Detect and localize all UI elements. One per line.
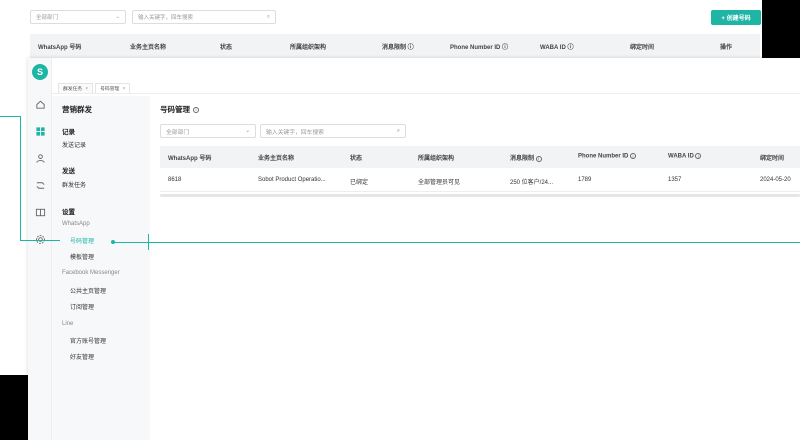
cell-org: 全部管理员可见 <box>418 180 461 186</box>
gear-icon[interactable] <box>34 233 46 245</box>
search-icon: ⌕ <box>266 13 270 20</box>
sidebar-item-template-management[interactable]: 模板管理 <box>70 252 94 261</box>
cell-status: 已绑定 <box>350 180 369 186</box>
background-table-header: WhatsApp 号码 业务主页名称 状态 所属组织架构 消息限制 ⓘ Phon… <box>30 34 760 58</box>
table-row[interactable]: 8618 Sobot Product Operatio... 已绑定 全部管理员… <box>160 170 800 192</box>
cell-bind-time: 2024-05-20 <box>760 177 791 183</box>
user-group-icon[interactable] <box>34 152 46 164</box>
background-col-header: 绑定时间 <box>630 44 655 51</box>
guide-line-vertical <box>20 116 21 240</box>
col-header-page-name: 业务主页名称 <box>258 156 295 162</box>
background-search-placeholder: 输入关键字，回车搜索 <box>138 15 194 21</box>
background-filter-bar: 全部部门 ⌄ 输入关键字，回车搜索 ⌕ <box>30 10 276 24</box>
search-icon: ⌕ <box>396 127 400 134</box>
dashboard-icon[interactable] <box>34 125 46 137</box>
sidebar-group-settings: 设置 <box>62 209 75 216</box>
cell-number: 8618 <box>168 177 182 183</box>
col-header-phone-id: Phone Number ID i <box>578 153 637 160</box>
page-title: 号码管理 i <box>160 104 199 115</box>
sidebar-title: 营销群发 <box>62 105 92 114</box>
dept-select-value: 全部部门 <box>166 129 190 136</box>
guide-line-right <box>112 242 800 243</box>
app-window: S 群发任务 × 号码管理 × 营销群发 记录 发送记录 发送 群发任务 设置 … <box>28 58 800 440</box>
background-dept-select-label: 全部部门 <box>36 15 59 21</box>
close-icon[interactable]: × <box>122 86 125 92</box>
tab-bar: 群发任务 × 号码管理 × <box>52 82 800 94</box>
col-header-org: 所属组织架构 <box>418 156 455 162</box>
tab-mass-task[interactable]: 群发任务 × <box>58 83 94 93</box>
sidebar-item-official-account[interactable]: 官方账号管理 <box>70 336 106 345</box>
book-icon[interactable] <box>34 206 46 218</box>
sidebar-item-number-management[interactable]: 号码管理 <box>70 236 94 245</box>
guide-line-bottom <box>20 240 60 241</box>
info-icon[interactable]: i <box>193 106 199 113</box>
sidebar-item-friends[interactable]: 好友管理 <box>70 352 94 361</box>
logo[interactable]: S <box>32 64 48 80</box>
col-header-waba-id-text: WABA ID <box>668 153 694 160</box>
background-col-header: 所属组织架构 <box>290 44 327 51</box>
sidebar-section-facebook: Facebook Messenger <box>62 270 120 276</box>
background-col-header: 状态 <box>220 44 233 51</box>
sidebar-item-subscription-management[interactable]: 订阅管理 <box>70 302 94 311</box>
info-icon[interactable]: i <box>630 153 637 159</box>
search-input[interactable]: 输入关键字，回车搜索 ⌕ <box>260 124 406 138</box>
sidebar-item-send-records[interactable]: 发送记录 <box>62 140 86 149</box>
guide-dot <box>111 240 115 244</box>
dark-edge-bottom-left <box>0 375 28 440</box>
background-col-header: Phone Number ID ⓘ <box>450 44 509 51</box>
horizontal-scrollbar[interactable] <box>160 194 800 197</box>
tab-label: 号码管理 <box>100 87 120 92</box>
info-icon[interactable]: i <box>535 155 542 162</box>
create-number-label: + 创建号码 <box>721 16 751 22</box>
col-header-whatsapp-number: WhatsApp 号码 <box>168 156 212 162</box>
col-header-limit: 消息限制 i <box>510 153 542 162</box>
background-col-header: WhatsApp 号码 <box>38 44 82 51</box>
sidebar-item-mass-task[interactable]: 群发任务 <box>62 180 86 189</box>
col-header-status: 状态 <box>350 156 363 162</box>
sidebar-section-line: Line <box>62 321 74 327</box>
home-icon[interactable] <box>34 98 46 110</box>
cell-phone-id: 1789 <box>578 177 592 183</box>
sidebar: 营销群发 记录 发送记录 发送 群发任务 设置 WhatsApp 号码管理 模板… <box>52 96 150 440</box>
dept-select[interactable]: 全部部门 ⌄ <box>160 124 256 138</box>
table-header: WhatsApp 号码 业务主页名称 状态 所属组织架构 消息限制 i Phon… <box>160 146 800 168</box>
background-col-header: WABA ID ⓘ <box>540 44 574 51</box>
col-header-waba-id: WABA ID i <box>668 153 702 160</box>
background-col-header: 操作 <box>720 44 733 51</box>
chevron-down-icon: ⌄ <box>245 128 250 134</box>
close-icon[interactable]: × <box>85 86 88 92</box>
background-search-input[interactable]: 输入关键字，回车搜索 ⌕ <box>132 10 276 24</box>
sidebar-group-send: 发送 <box>62 168 75 175</box>
chevron-down-icon: ⌄ <box>115 14 120 20</box>
tab-label: 群发任务 <box>63 87 83 92</box>
background-col-header: 业务主页名称 <box>130 44 167 51</box>
cell-page-name: Sobot Product Operatio... <box>258 177 326 183</box>
background-dark-edge <box>762 0 800 60</box>
sidebar-section-whatsapp: WhatsApp <box>62 221 90 227</box>
background-col-header: 消息限制 ⓘ <box>382 44 414 51</box>
sidebar-item-page-management[interactable]: 公共主页管理 <box>70 286 106 295</box>
tab-number-management[interactable]: 号码管理 × <box>95 83 131 93</box>
cell-waba-id: 1357 <box>668 177 682 183</box>
sidebar-group-records: 记录 <box>62 129 75 136</box>
page-title-text: 号码管理 <box>160 105 190 114</box>
col-header-phone-id-text: Phone Number ID <box>578 153 629 160</box>
guide-line-marker <box>148 234 149 250</box>
main-content: 号码管理 i 全部部门 ⌄ 输入关键字，回车搜索 ⌕ WhatsApp 号码 业… <box>150 96 800 440</box>
guide-line-top <box>0 116 20 117</box>
col-header-limit-text: 消息限制 <box>510 156 535 162</box>
info-icon[interactable]: i <box>695 153 702 159</box>
flow-icon[interactable] <box>34 179 46 191</box>
search-placeholder: 输入关键字，回车搜索 <box>266 129 324 136</box>
background-dept-select[interactable]: 全部部门 ⌄ <box>30 10 126 24</box>
create-number-button[interactable]: + 创建号码 <box>711 10 761 25</box>
icon-rail: S <box>28 58 52 440</box>
cell-limit: 250 位客户/24... <box>510 180 554 186</box>
col-header-bind-time: 绑定时间 <box>760 156 785 162</box>
